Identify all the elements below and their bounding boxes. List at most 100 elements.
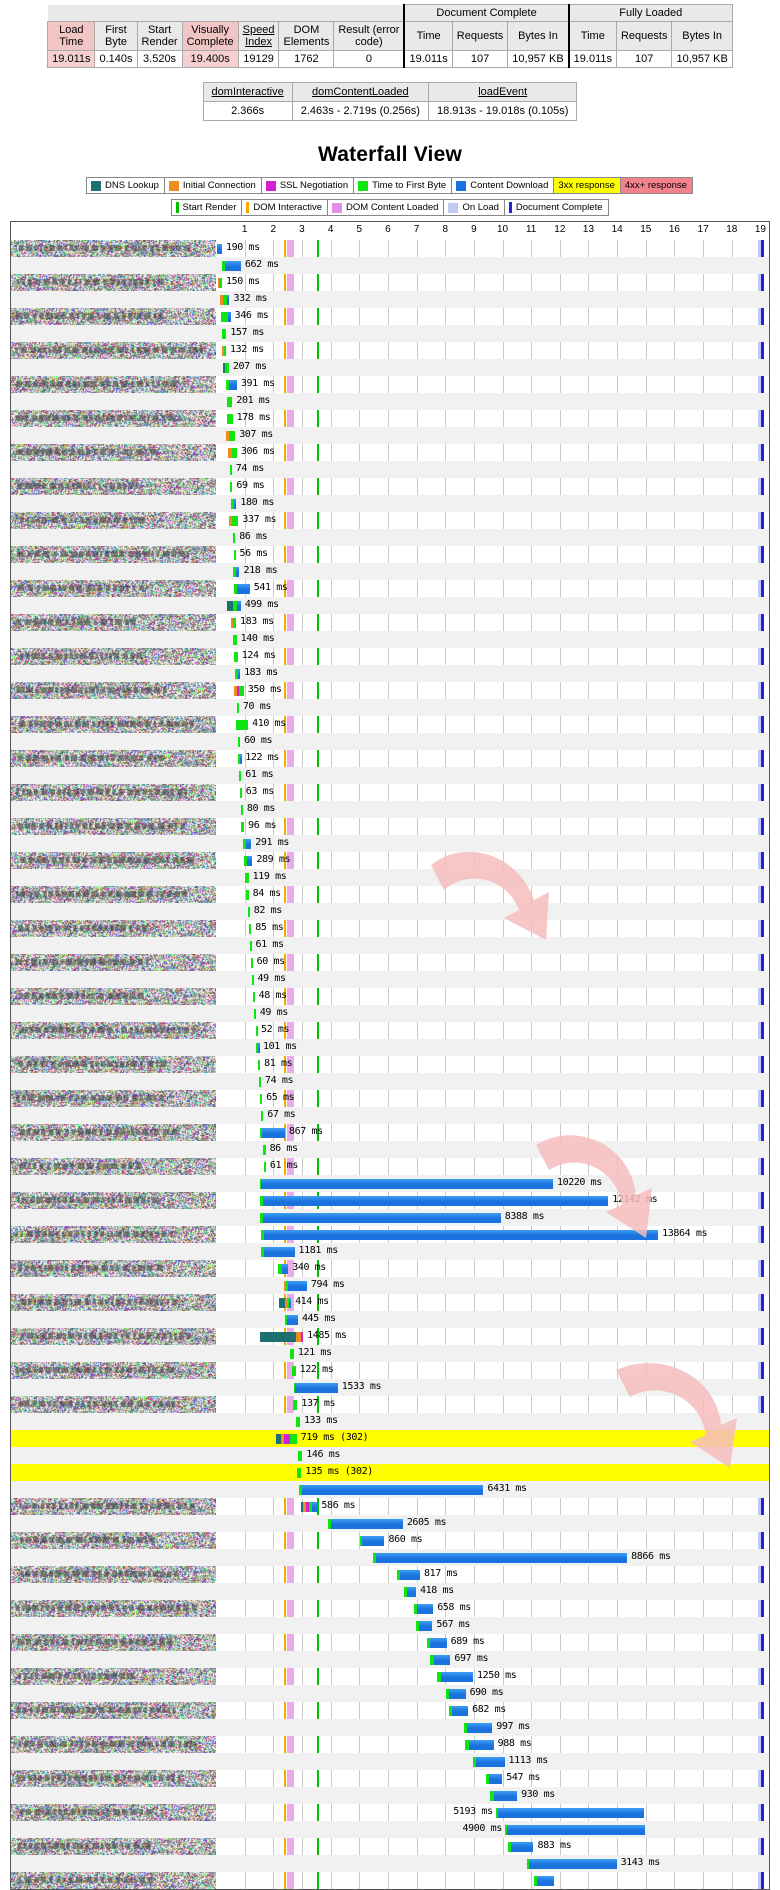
waterfall-row[interactable]: 418 ms xyxy=(11,1583,769,1600)
waterfall-row[interactable]: 682 ms xyxy=(11,1702,769,1719)
waterfall-row[interactable]: 997 ms xyxy=(11,1719,769,1736)
waterfall-row[interactable]: 70 ms xyxy=(11,699,769,716)
waterfall-row[interactable]: 794 ms xyxy=(11,1277,769,1294)
waterfall-row[interactable]: 10220 ms xyxy=(11,1175,769,1192)
waterfall-row[interactable]: 8866 ms xyxy=(11,1549,769,1566)
waterfall-row[interactable]: 122 ms xyxy=(11,1362,769,1379)
waterfall-row[interactable]: 291 ms xyxy=(11,835,769,852)
waterfall-row[interactable]: 289 ms xyxy=(11,852,769,869)
waterfall-row[interactable]: 56 ms xyxy=(11,546,769,563)
waterfall-row[interactable]: 445 ms xyxy=(11,1311,769,1328)
waterfall-row[interactable]: 101 ms xyxy=(11,1039,769,1056)
waterfall-row[interactable]: 410 ms xyxy=(11,716,769,733)
waterfall-row[interactable]: 178 ms xyxy=(11,410,769,427)
waterfall-row[interactable]: 122 ms xyxy=(11,750,769,767)
waterfall-row[interactable]: 5193 ms xyxy=(11,1804,769,1821)
waterfall-row[interactable]: 132 ms xyxy=(11,342,769,359)
waterfall-row[interactable]: 499 ms xyxy=(11,597,769,614)
waterfall-row[interactable]: 218 ms xyxy=(11,563,769,580)
waterfall-row[interactable]: 1485 ms xyxy=(11,1328,769,1345)
events-header-dominteractive[interactable]: domInteractive xyxy=(202,82,293,102)
waterfall-row[interactable]: 867 ms xyxy=(11,1124,769,1141)
waterfall-row[interactable]: 67 ms xyxy=(11,1107,769,1124)
waterfall-row[interactable]: 547 ms xyxy=(11,1770,769,1787)
waterfall-row[interactable]: 988 ms xyxy=(11,1736,769,1753)
waterfall-row[interactable]: 121 ms xyxy=(11,1345,769,1362)
waterfall-row[interactable]: 697 ms xyxy=(11,1651,769,1668)
waterfall-row[interactable]: 60 ms xyxy=(11,954,769,971)
waterfall-row[interactable] xyxy=(11,1872,769,1889)
waterfall-row[interactable]: 190 ms xyxy=(11,240,769,257)
waterfall-row[interactable]: 119 ms xyxy=(11,869,769,886)
waterfall-row[interactable]: 306 ms xyxy=(11,444,769,461)
waterfall-row[interactable]: 60 ms xyxy=(11,733,769,750)
waterfall-row[interactable]: 13864 ms xyxy=(11,1226,769,1243)
waterfall-row[interactable]: 883 ms xyxy=(11,1838,769,1855)
waterfall-row[interactable]: 350 ms xyxy=(11,682,769,699)
waterfall-row[interactable]: 1533 ms xyxy=(11,1379,769,1396)
waterfall-row[interactable]: 85 ms xyxy=(11,920,769,937)
waterfall-row[interactable]: 49 ms xyxy=(11,971,769,988)
waterfall-row[interactable]: 61 ms xyxy=(11,767,769,784)
waterfall-row[interactable]: 49 ms xyxy=(11,1005,769,1022)
waterfall-row[interactable]: 61 ms xyxy=(11,937,769,954)
waterfall-row[interactable]: 124 ms xyxy=(11,648,769,665)
waterfall-row[interactable]: 135 ms (302) xyxy=(11,1464,769,1481)
waterfall-row[interactable]: 74 ms xyxy=(11,1073,769,1090)
waterfall-row[interactable]: 346 ms xyxy=(11,308,769,325)
waterfall-row[interactable]: 1181 ms xyxy=(11,1243,769,1260)
waterfall-row[interactable]: 307 ms xyxy=(11,427,769,444)
waterfall-row[interactable]: 337 ms xyxy=(11,512,769,529)
waterfall-row[interactable]: 586 ms xyxy=(11,1498,769,1515)
waterfall-row[interactable]: 180 ms xyxy=(11,495,769,512)
waterfall-row[interactable]: 96 ms xyxy=(11,818,769,835)
waterfall-row[interactable]: 81 ms xyxy=(11,1056,769,1073)
waterfall-row[interactable]: 86 ms xyxy=(11,529,769,546)
waterfall-row[interactable]: 65 ms xyxy=(11,1090,769,1107)
waterfall-row[interactable]: 1250 ms xyxy=(11,1668,769,1685)
events-header-domcontentloaded[interactable]: domContentLoaded xyxy=(291,82,429,102)
waterfall-row[interactable]: 82 ms xyxy=(11,903,769,920)
waterfall-row[interactable]: 146 ms xyxy=(11,1447,769,1464)
waterfall-row[interactable]: 140 ms xyxy=(11,631,769,648)
waterfall-row[interactable]: 157 ms xyxy=(11,325,769,342)
waterfall-row[interactable]: 340 ms xyxy=(11,1260,769,1277)
waterfall-row[interactable]: 150 ms xyxy=(11,274,769,291)
waterfall-row[interactable]: 52 ms xyxy=(11,1022,769,1039)
waterfall-row[interactable]: 201 ms xyxy=(11,393,769,410)
waterfall-row[interactable]: 567 ms xyxy=(11,1617,769,1634)
waterfall-row[interactable]: 137 ms xyxy=(11,1396,769,1413)
waterfall-row[interactable]: 414 ms xyxy=(11,1294,769,1311)
waterfall-chart[interactable]: 1 2 3 4 5 6 7 8 9 10 11 12 13 14 15 16 17 18 19 190 ms 662 … xyxy=(10,221,770,1890)
waterfall-row[interactable]: 690 ms xyxy=(11,1685,769,1702)
waterfall-row[interactable]: 183 ms xyxy=(11,614,769,631)
waterfall-row[interactable]: 1113 ms xyxy=(11,1753,769,1770)
waterfall-row[interactable]: 6431 ms xyxy=(11,1481,769,1498)
waterfall-row[interactable]: 4900 ms xyxy=(11,1821,769,1838)
col-header-speed-index[interactable]: Speed Index xyxy=(237,21,280,51)
waterfall-row[interactable]: 8388 ms xyxy=(11,1209,769,1226)
waterfall-row[interactable]: 61 ms xyxy=(11,1158,769,1175)
waterfall-row[interactable]: 689 ms xyxy=(11,1634,769,1651)
waterfall-row[interactable]: 69 ms xyxy=(11,478,769,495)
waterfall-row[interactable]: 63 ms xyxy=(11,784,769,801)
waterfall-row[interactable]: 2605 ms xyxy=(11,1515,769,1532)
waterfall-row[interactable]: 48 ms xyxy=(11,988,769,1005)
waterfall-row[interactable]: 183 ms xyxy=(11,665,769,682)
waterfall-row[interactable]: 86 ms xyxy=(11,1141,769,1158)
waterfall-row[interactable]: 133 ms xyxy=(11,1413,769,1430)
waterfall-row[interactable]: 74 ms xyxy=(11,461,769,478)
waterfall-row[interactable]: 817 ms xyxy=(11,1566,769,1583)
waterfall-row[interactable]: 80 ms xyxy=(11,801,769,818)
waterfall-row[interactable]: 3143 ms xyxy=(11,1855,769,1872)
waterfall-row[interactable]: 12142 ms xyxy=(11,1192,769,1209)
events-header-loadevent[interactable]: loadEvent xyxy=(427,82,578,102)
waterfall-row[interactable]: 84 ms xyxy=(11,886,769,903)
waterfall-row[interactable]: 332 ms xyxy=(11,291,769,308)
waterfall-row[interactable]: 658 ms xyxy=(11,1600,769,1617)
waterfall-row[interactable]: 662 ms xyxy=(11,257,769,274)
waterfall-row[interactable]: 207 ms xyxy=(11,359,769,376)
waterfall-row[interactable]: 541 ms xyxy=(11,580,769,597)
waterfall-row[interactable]: 719 ms (302) xyxy=(11,1430,769,1447)
waterfall-row[interactable]: 391 ms xyxy=(11,376,769,393)
